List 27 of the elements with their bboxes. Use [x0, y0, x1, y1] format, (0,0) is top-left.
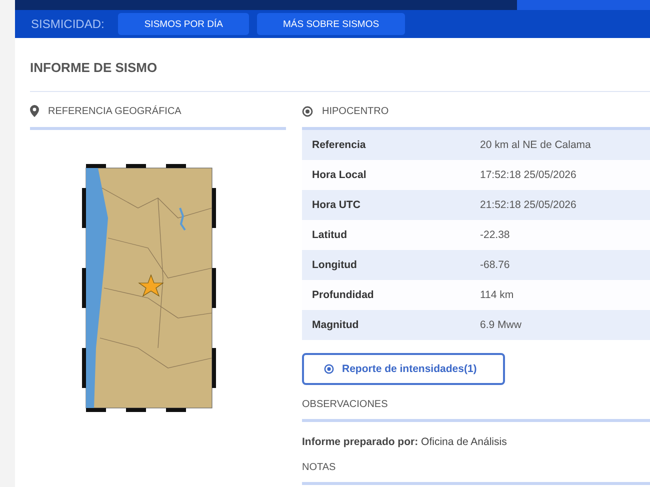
- field-value: 20 km al NE de Calama: [480, 139, 591, 151]
- field-label: Magnitud: [311, 319, 360, 331]
- field-label: Latitud: [311, 229, 348, 241]
- field-value: -22.38: [480, 229, 510, 241]
- field-value: -68.76: [480, 259, 510, 271]
- observation-text: Informe preparado por: Oficina de Análisis: [302, 436, 507, 448]
- location-pin-icon: [30, 105, 39, 117]
- report-button[interactable]: Reporte de intensidades(1): [302, 353, 505, 385]
- nav-label: SISMICIDAD:: [31, 17, 104, 31]
- section-heading: REFERENCIA GEOGRÁFICA: [48, 106, 182, 116]
- field-value: 114 km: [480, 289, 514, 301]
- section-heading: NOTAS: [302, 462, 336, 473]
- field-value: 17:52:18 25/05/2026: [480, 169, 576, 181]
- field-label: Longitud: [311, 259, 358, 271]
- section-heading: OBSERVACIONES: [302, 399, 388, 410]
- field-label: Referencia: [311, 139, 367, 151]
- field-value: 21:52:18 25/05/2026: [480, 199, 576, 211]
- page-title: INFORME DE SISMO: [30, 59, 158, 77]
- field-label: Hora Local: [311, 169, 368, 181]
- field-value: 6.9 Mww: [480, 319, 522, 331]
- field-label: Profundidad: [311, 289, 375, 301]
- section-heading: HIPOCENTRO: [322, 106, 389, 116]
- nav-button[interactable]: SISMOS POR DÍA: [118, 13, 249, 35]
- field-label: Hora UTC: [311, 199, 362, 211]
- nav-button[interactable]: MÁS SOBRE SISMOS: [257, 13, 406, 35]
- target-icon: [324, 364, 334, 374]
- target-icon: [302, 106, 313, 116]
